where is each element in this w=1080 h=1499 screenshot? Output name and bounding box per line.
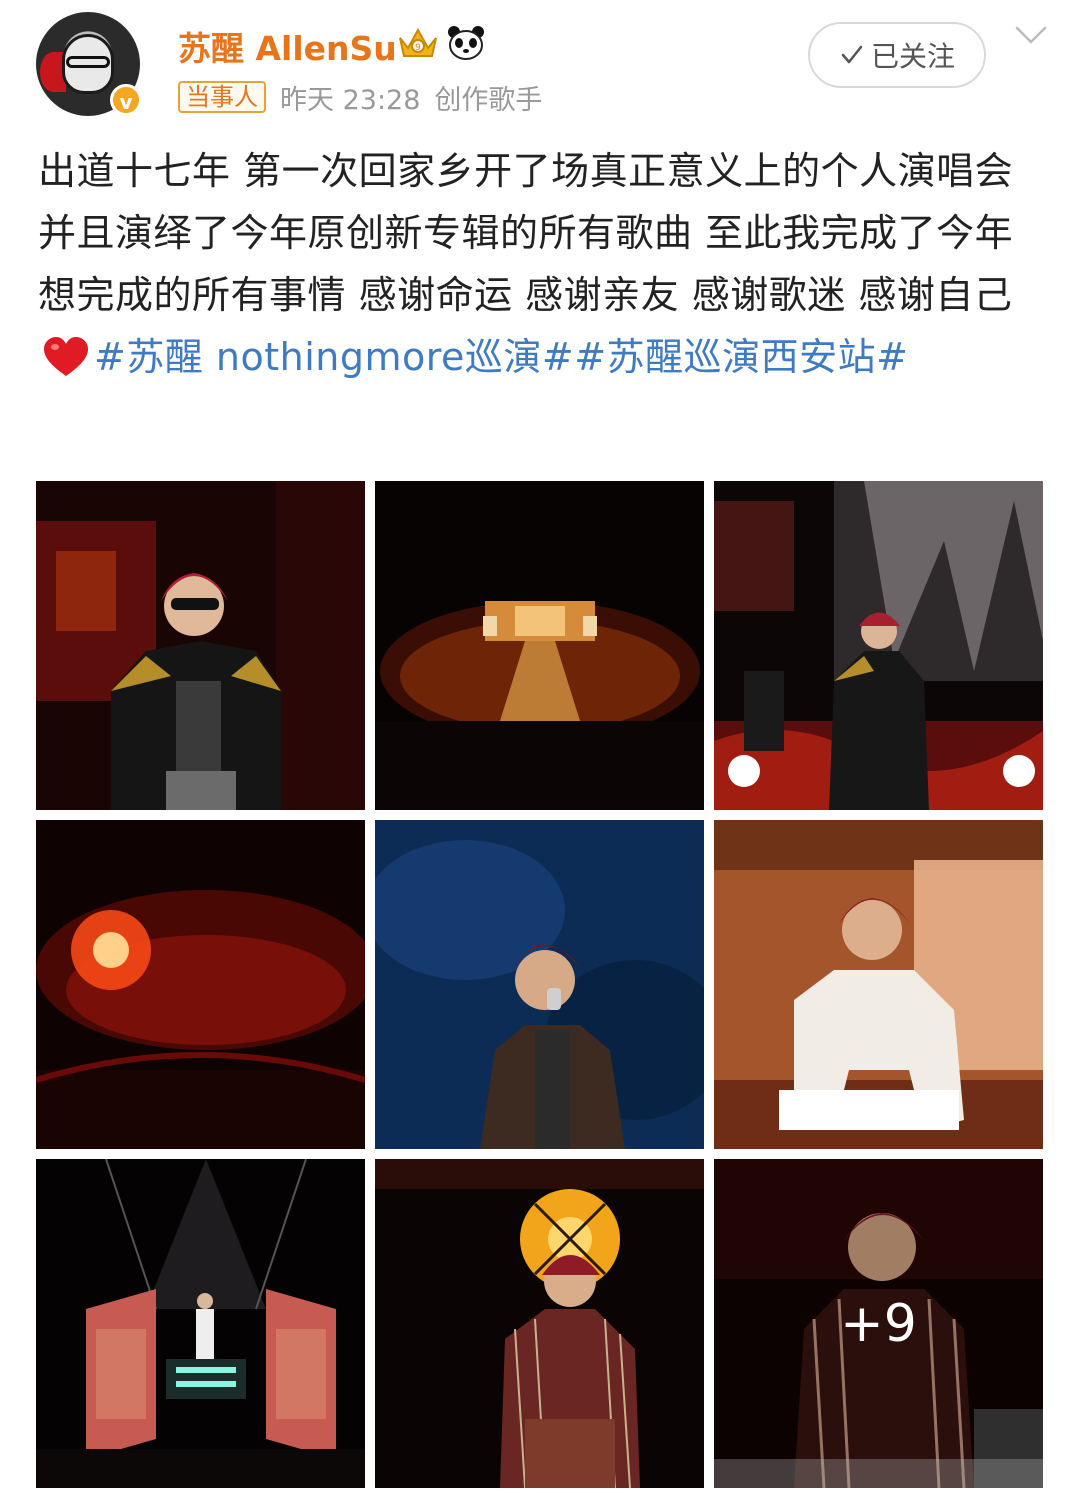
post-text-main: 出道十七年 第一次回家乡开了场真正意义上的个人演唱会 并且演绎了今年原创新专辑的… (38, 149, 1014, 317)
panda-icon (448, 26, 484, 60)
photo-8[interactable] (375, 1159, 704, 1488)
photo-3[interactable] (714, 481, 1043, 810)
following-button[interactable]: 已关注 (808, 22, 986, 88)
topic-link-xian[interactable]: #苏醒巡演西安站# (574, 335, 908, 379)
photo-2[interactable] (375, 481, 704, 810)
photo-7[interactable] (36, 1159, 365, 1488)
post-time: 昨天 23:28 (280, 84, 421, 116)
verified-badge-icon: v (110, 84, 142, 116)
check-icon (841, 45, 863, 64)
heart-icon (44, 337, 88, 376)
photo-9[interactable]: +9 (714, 1159, 1043, 1488)
image-grid: +9 (36, 481, 1044, 1489)
username[interactable]: 苏醒 AllenSu (178, 22, 397, 70)
more-images-overlay[interactable]: +9 (714, 1159, 1043, 1488)
photo-5[interactable] (375, 820, 704, 1149)
svg-text:9: 9 (415, 43, 421, 53)
following-label: 已关注 (870, 40, 955, 73)
post-body: 出道十七年 第一次回家乡开了场真正意义上的个人演唱会 并且演绎了今年原创新专辑的… (38, 140, 1048, 388)
post-header: v 苏醒 AllenSu 9 当事人 昨天 23:28 创作歌手 已关注 (0, 0, 1080, 130)
avatar-glasses (66, 56, 110, 68)
crown-icon: 9 (399, 27, 437, 57)
post-meta: 当事人 昨天 23:28 创作歌手 (178, 80, 543, 116)
photo-1[interactable] (36, 481, 365, 810)
topic-link-tour[interactable]: #苏醒 nothingmore巡演# (94, 335, 574, 379)
role-tag: 当事人 (178, 81, 266, 113)
photo-6[interactable] (714, 820, 1043, 1149)
user-role: 创作歌手 (434, 84, 543, 116)
chevron-down-icon[interactable] (1014, 24, 1048, 46)
photo-4[interactable] (36, 820, 365, 1149)
